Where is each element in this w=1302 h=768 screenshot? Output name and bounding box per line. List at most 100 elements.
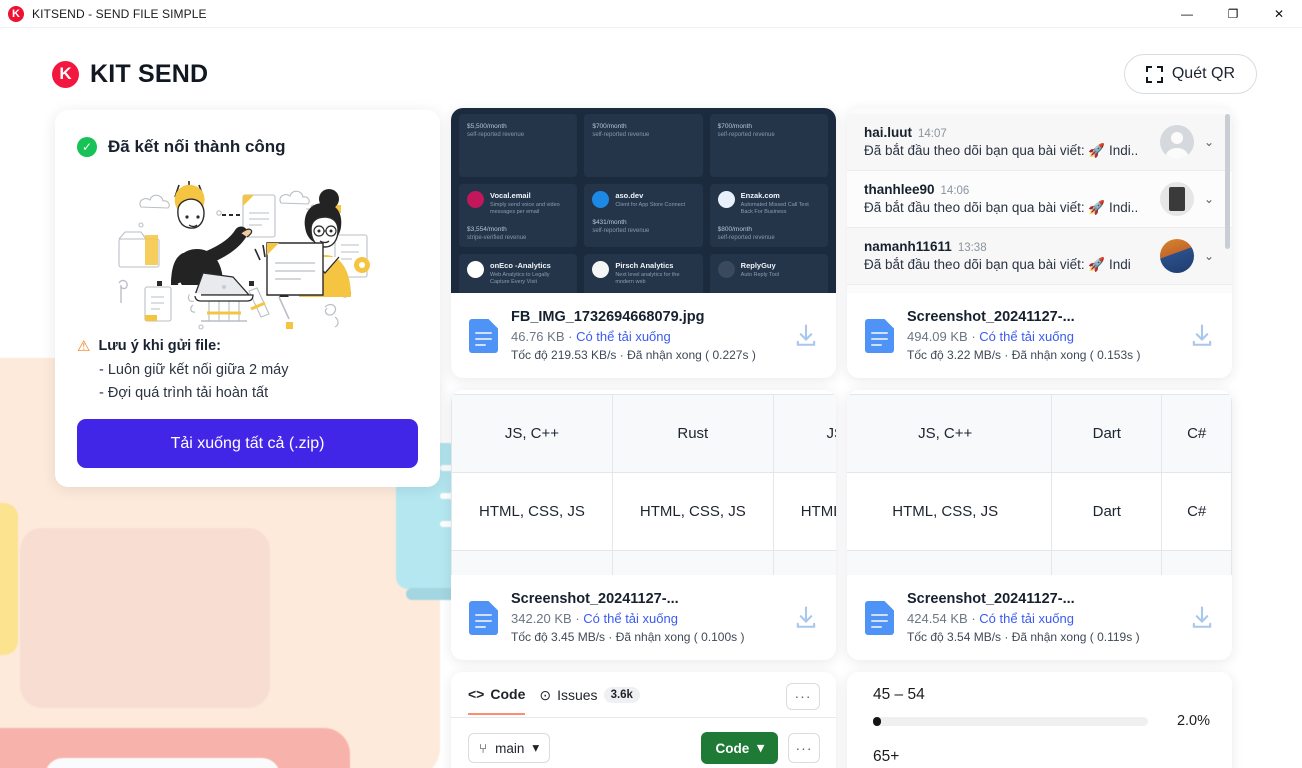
table-cell: BSD 3- xyxy=(1051,550,1163,575)
file-speed: Tốc độ 3.22 MB/s · Đã nhận xong ( 0.153s… xyxy=(907,348,1141,362)
age-bar-label: 45 – 54 xyxy=(873,686,925,703)
file-card[interactable]: C++ JS, C++ Dart C# ML, , JS HTML, CSS, … xyxy=(847,390,1232,660)
age-bar-row: 2.0% xyxy=(873,713,1210,729)
file-name: Screenshot_20241127-... xyxy=(511,591,679,607)
chevron-down-icon: ▾ xyxy=(532,740,540,755)
avatar xyxy=(1159,182,1194,216)
notification-user: namanh11611 xyxy=(864,239,952,254)
file-preview-notification-list: hai.luut 14:07 Đã bắt đầu theo dõi bạn qu… xyxy=(847,108,1232,293)
file-name: Screenshot_20241127-... xyxy=(907,591,1075,607)
product-logo-icon xyxy=(717,261,735,278)
file-availability: Có thể tải xuống xyxy=(583,611,678,626)
table-cell xyxy=(772,550,836,575)
download-icon[interactable] xyxy=(1188,604,1216,632)
file-size: 46.76 KB xyxy=(511,329,565,344)
app-header: K KIT SEND Quét QR xyxy=(0,28,1302,120)
background-shape-yellow xyxy=(0,503,18,655)
connection-status-title: Đã kết nối thành công xyxy=(108,137,286,156)
download-all-zip-button[interactable]: Tải xuống tất cả (.zip) xyxy=(77,419,418,468)
saas-desc: Client for App Store Connect xyxy=(615,202,686,208)
table-cell xyxy=(611,550,774,575)
saas-sub: self-reported revenue xyxy=(717,235,775,242)
comparison-table-left: JS, C++ Rust JS, C++ HTML, CSS, JS HTML,… xyxy=(451,390,836,575)
product-logo-icon xyxy=(717,191,735,208)
saas-period: /month xyxy=(732,123,752,130)
saas-name: Enzak.com xyxy=(740,191,780,200)
table: C++ JS, C++ Dart C# ML, , JS HTML, CSS, … xyxy=(847,394,1232,575)
code-download-button[interactable]: Code ▾ xyxy=(701,732,778,764)
app-logo-icon: K xyxy=(8,5,24,22)
separator: · xyxy=(564,329,577,344)
download-icon[interactable] xyxy=(792,322,820,350)
table-cell: HTML, CSS, JS xyxy=(847,472,1053,551)
tab-code[interactable]: <> Code xyxy=(468,686,526,715)
file-speed: Tốc độ 219.53 KB/s · Đã nhận xong ( 0.22… xyxy=(511,348,756,362)
file-speed: Tốc độ 3.54 MB/s · Đã nhận xong ( 0.119s… xyxy=(907,630,1140,644)
github-tabs: <> Code ⊙ Issues 3.6k ··· xyxy=(451,672,836,718)
code-icon: <> xyxy=(468,686,485,702)
scan-qr-button[interactable]: Quét QR xyxy=(1123,54,1257,94)
file-speed: Tốc độ 3.45 MB/s · Đã nhận xong ( 0.100s… xyxy=(511,630,745,644)
saas-cell: ReplyGuy Auto Reply Tool xyxy=(709,254,828,293)
notification-message: Đã bắt đầu theo dõi bạn qua bài viết: 🚀 … xyxy=(864,200,1139,215)
notification-message: Đã bắt đầu theo dõi bạn qua bài viết: 🚀 … xyxy=(864,257,1131,272)
document-file-icon xyxy=(469,600,498,635)
file-card[interactable]: hai.luut 14:07 Đã bắt đầu theo dõi bạn qu… xyxy=(847,108,1232,378)
more-options-button[interactable]: ··· xyxy=(788,733,820,763)
file-size: 342.20 KB xyxy=(511,611,572,626)
saas-sub: self-reported revenue xyxy=(717,132,775,138)
avatar xyxy=(1159,239,1194,273)
product-logo-icon xyxy=(592,261,610,278)
warning-title: Lưu ý khi gửi file: xyxy=(98,338,221,354)
file-preview-github-repo: <> Code ⊙ Issues 3.6k ··· ⑂ main ▾ Code … xyxy=(451,672,836,768)
file-preview-saas-grid: $5,500/month self-reported revenue $700/… xyxy=(451,108,836,293)
file-size: 424.54 KB xyxy=(907,611,968,626)
saas-sub: self-reported revenue xyxy=(592,132,650,138)
table-cell: JS, C++ xyxy=(847,394,1053,473)
saas-period: /month xyxy=(486,226,507,234)
minimize-button[interactable]: — xyxy=(1164,0,1210,28)
chevron-down-icon: ⌄ xyxy=(1203,192,1214,206)
saas-period: /month xyxy=(486,123,507,130)
chevron-down-icon: ⌄ xyxy=(1203,135,1214,149)
success-check-icon: ✓ xyxy=(77,137,97,157)
saas-desc: Simply send voice and video messages per… xyxy=(490,202,560,216)
download-icon[interactable] xyxy=(792,604,820,632)
saas-name: Vocal.email xyxy=(490,191,531,200)
separator: · xyxy=(967,329,980,344)
notification-time: 14:07 xyxy=(918,128,947,140)
branch-selector[interactable]: ⑂ main ▾ xyxy=(468,733,551,763)
more-options-button[interactable]: ··· xyxy=(786,682,820,710)
saas-price: $431 xyxy=(592,219,607,227)
age-bar-fill xyxy=(873,716,882,726)
tab-issues[interactable]: ⊙ Issues 3.6k xyxy=(539,687,640,715)
saas-period: /month xyxy=(606,219,627,227)
saas-sub: self-reported revenue xyxy=(467,132,525,138)
saas-cell: Pirsch Analytics Next level analytics fo… xyxy=(584,254,703,293)
saas-price: $800 xyxy=(717,226,733,234)
scrollbar[interactable] xyxy=(1225,114,1230,249)
list-item: namanh11611 13:38 Đã bắt đầu theo dõi bạn… xyxy=(847,228,1232,285)
file-card[interactable]: 45 – 54 2.0% 65+ 1.0% xyxy=(847,672,1232,768)
file-card[interactable]: <> Code ⊙ Issues 3.6k ··· ⑂ main ▾ Code … xyxy=(451,672,836,768)
saas-cell: Vocal.email Simply send voice and video … xyxy=(459,184,578,247)
list-item: thanhlee90 14:06 Đã bắt đầu theo dõi bạn … xyxy=(847,171,1232,228)
notification-list: hai.luut 14:07 Đã bắt đầu theo dõi bạn qu… xyxy=(847,108,1232,293)
file-card[interactable]: JS, C++ Rust JS, C++ HTML, CSS, JS HTML,… xyxy=(451,390,836,660)
saas-price: $700 xyxy=(592,123,607,130)
document-file-icon xyxy=(865,600,894,635)
maximize-button[interactable]: ❐ xyxy=(1210,0,1256,28)
notification-time: 14:06 xyxy=(940,185,970,197)
close-button[interactable]: ✕ xyxy=(1256,0,1302,28)
warning-line: - Luôn giữ kết nối giữa 2 máy xyxy=(99,362,289,378)
table-cell: MIT xyxy=(847,550,1053,575)
file-availability: Có thể tải xuống xyxy=(979,329,1074,344)
file-card[interactable]: $5,500/month self-reported revenue $700/… xyxy=(451,108,836,378)
saas-sub: self-reported revenue xyxy=(592,228,650,235)
warning-line: - Đợi quá trình tải hoàn tất xyxy=(99,385,269,401)
table-cell: Dart xyxy=(1051,472,1163,551)
age-bar-percent: 2.0% xyxy=(1176,713,1210,729)
download-icon[interactable] xyxy=(1188,322,1216,350)
table-row: JS, C++ Rust JS, C++ xyxy=(451,394,836,473)
table-cell: JS, C++ xyxy=(451,394,613,473)
